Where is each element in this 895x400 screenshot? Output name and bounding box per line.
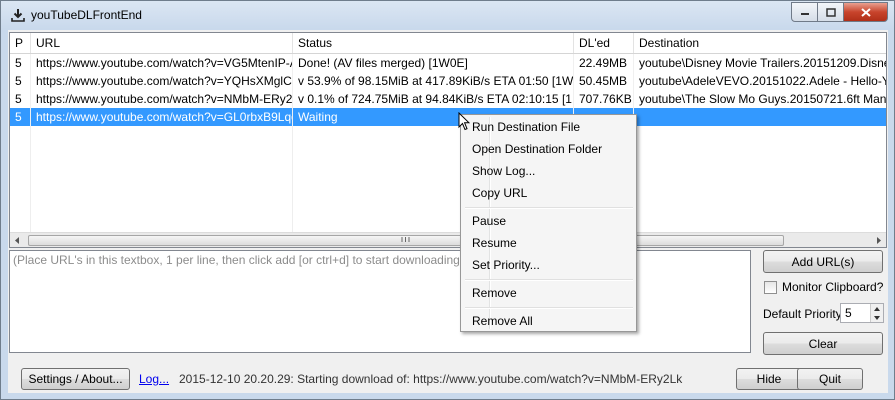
column-header-priority[interactable]: P xyxy=(10,33,31,53)
menu-separator xyxy=(465,307,633,309)
table-row[interactable]: 5 https://www.youtube.com/watch?v=VG5Mte… xyxy=(10,54,886,72)
column-header-destination[interactable]: Destination xyxy=(634,33,886,53)
window-title: youTubeDLFrontEnd xyxy=(31,8,142,22)
stepper-down-button[interactable] xyxy=(870,313,883,322)
close-icon xyxy=(860,7,871,17)
table-row-selected[interactable]: 5 https://www.youtube.com/watch?v=GL0rbx… xyxy=(10,108,886,126)
log-link[interactable]: Log... xyxy=(139,372,169,386)
mouse-pointer-icon xyxy=(458,112,470,131)
chevron-right-icon xyxy=(877,236,881,244)
download-list[interactable]: P URL Status DL'ed Destination 5 https:/… xyxy=(9,32,887,248)
menu-item-open-destination-folder[interactable]: Open Destination Folder xyxy=(463,138,634,160)
cell-priority: 5 xyxy=(10,108,31,126)
chevron-up-icon xyxy=(874,306,880,311)
options-panel: Add URL(s) Monitor Clipboard? Default Pr… xyxy=(762,250,886,355)
list-header: P URL Status DL'ed Destination xyxy=(10,33,886,54)
cell-status: Done! (AV files merged) [1W0E] xyxy=(293,54,574,72)
title-bar[interactable]: youTubeDLFrontEnd xyxy=(1,1,894,29)
cell-url: https://www.youtube.com/watch?v=NMbM-ERy… xyxy=(31,90,293,108)
stepper-up-button[interactable] xyxy=(870,304,883,313)
settings-about-button[interactable]: Settings / About... xyxy=(21,368,130,390)
maximize-button[interactable] xyxy=(817,2,844,22)
url-textbox-container xyxy=(9,250,751,353)
menu-item-pause[interactable]: Pause xyxy=(463,210,634,232)
cell-destination: youtube\AdeleVEVO.20151022.Adele - Hello… xyxy=(634,72,886,90)
scroll-right-button[interactable] xyxy=(872,233,886,247)
cell-downloaded: 22.49MB xyxy=(574,54,634,72)
table-row[interactable]: 5 https://www.youtube.com/watch?v=YQHsXM… xyxy=(10,72,886,90)
menu-item-copy-url[interactable]: Copy URL xyxy=(463,182,634,204)
cell-priority: 5 xyxy=(10,90,31,108)
menu-item-remove[interactable]: Remove xyxy=(463,282,634,304)
url-textbox[interactable] xyxy=(10,251,750,352)
cell-downloaded: 50.45MB xyxy=(574,72,634,90)
status-message: 2015-12-10 20.20.29: Starting download o… xyxy=(179,372,683,386)
add-urls-button[interactable]: Add URL(s) xyxy=(763,250,883,273)
menu-separator xyxy=(465,207,633,209)
cell-destination: youtube\Disney Movie Trailers.20151209.D… xyxy=(634,54,886,72)
grip-icon xyxy=(401,237,410,242)
maximize-icon xyxy=(825,7,836,17)
menu-item-remove-all[interactable]: Remove All xyxy=(463,310,634,332)
menu-item-resume[interactable]: Resume xyxy=(463,232,634,254)
cell-destination xyxy=(634,108,886,126)
cell-status: v 0.1% of 724.75MiB at 94.84KiB/s ETA 02… xyxy=(293,90,574,108)
cell-status: v 53.9% of 98.15MiB at 417.89KiB/s ETA 0… xyxy=(293,72,574,90)
cell-priority: 5 xyxy=(10,54,31,72)
table-row[interactable]: 5 https://www.youtube.com/watch?v=NMbM-E… xyxy=(10,90,886,108)
download-arrow-icon xyxy=(11,9,25,22)
chevron-left-icon xyxy=(15,236,19,244)
menu-item-set-priority[interactable]: Set Priority... xyxy=(463,254,634,276)
clear-button[interactable]: Clear xyxy=(763,332,883,355)
chevron-down-icon xyxy=(874,315,880,320)
scrollbar-thumb[interactable] xyxy=(28,235,784,246)
priority-stepper[interactable]: 5 xyxy=(840,303,884,323)
priority-value: 5 xyxy=(845,306,852,320)
close-button[interactable] xyxy=(843,2,888,22)
cell-downloaded: 707.76KB xyxy=(574,90,634,108)
column-header-status[interactable]: Status xyxy=(293,33,574,53)
status-bar: Settings / About... Log... 2015-12-10 20… xyxy=(8,361,888,393)
app-window: youTubeDLFrontEnd P URL Status DL'ed Des… xyxy=(0,0,895,400)
minimize-button[interactable] xyxy=(791,2,818,22)
minimize-icon xyxy=(800,13,809,15)
column-header-url[interactable]: URL xyxy=(31,33,293,53)
menu-separator xyxy=(465,279,633,281)
cell-url: https://www.youtube.com/watch?v=VG5MtenI… xyxy=(31,54,293,72)
context-menu: Run Destination File Open Destination Fo… xyxy=(460,114,637,332)
cell-destination: youtube\The Slow Mo Guys.20150721.6ft Ma… xyxy=(634,90,886,108)
monitor-clipboard-checkbox[interactable] xyxy=(764,281,777,294)
scroll-left-button[interactable] xyxy=(10,233,24,247)
cell-url: https://www.youtube.com/watch?v=YQHsXMgl… xyxy=(31,72,293,90)
client-area: P URL Status DL'ed Destination 5 https:/… xyxy=(8,30,888,393)
cell-priority: 5 xyxy=(10,72,31,90)
cell-url: https://www.youtube.com/watch?v=GL0rbxB9… xyxy=(31,108,293,126)
menu-item-run-destination-file[interactable]: Run Destination File xyxy=(463,116,634,138)
quit-button[interactable]: Quit xyxy=(797,368,863,390)
column-header-downloaded[interactable]: DL'ed xyxy=(574,33,634,53)
hide-button[interactable]: Hide xyxy=(736,368,802,390)
menu-item-show-log[interactable]: Show Log... xyxy=(463,160,634,182)
horizontal-scrollbar[interactable] xyxy=(10,232,886,247)
list-rows: 5 https://www.youtube.com/watch?v=VG5Mte… xyxy=(10,54,886,126)
monitor-clipboard-label: Monitor Clipboard? xyxy=(782,280,884,294)
default-priority-label: Default Priority: xyxy=(763,307,846,321)
